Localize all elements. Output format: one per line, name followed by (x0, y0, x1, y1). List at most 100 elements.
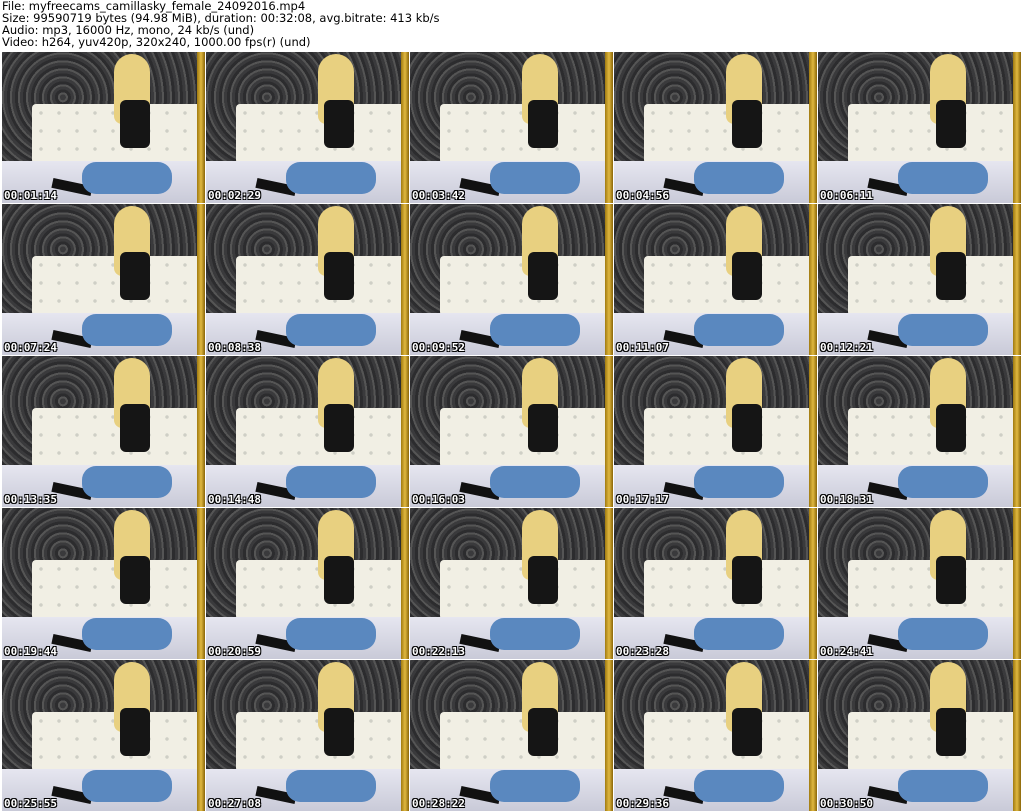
video-thumbnail: 00:04:56 (614, 52, 817, 203)
person-jeans (898, 162, 988, 194)
person-jeans (898, 466, 988, 498)
timestamp: 00:04:56 (616, 189, 669, 202)
video-info: Video: h264, yuv420p, 320x240, 1000.00 f… (2, 35, 311, 49)
person-jeans (286, 162, 376, 194)
timestamp: 00:06:11 (820, 189, 873, 202)
person-jeans (490, 162, 580, 194)
person-top (732, 556, 762, 604)
curtain (197, 52, 205, 203)
curtain (809, 508, 817, 659)
timestamp: 00:02:29 (208, 189, 261, 202)
video-thumbnail: 00:17:17 (614, 356, 817, 507)
timestamp: 00:19:44 (4, 645, 57, 658)
curtain (401, 508, 409, 659)
timestamp: 00:29:36 (616, 797, 669, 810)
person-jeans (898, 770, 988, 802)
person-jeans (694, 162, 784, 194)
person-jeans (82, 466, 172, 498)
person-jeans (286, 618, 376, 650)
person-top (732, 404, 762, 452)
curtain (605, 52, 613, 203)
video-thumbnail: 00:11:07 (614, 204, 817, 355)
person-jeans (82, 618, 172, 650)
person-jeans (490, 466, 580, 498)
person-jeans (898, 314, 988, 346)
video-thumbnail: 00:07:24 (2, 204, 205, 355)
video-thumbnail: 00:16:03 (410, 356, 613, 507)
video-thumbnail: 00:28:22 (410, 660, 613, 811)
timestamp: 00:03:42 (412, 189, 465, 202)
timestamp: 00:12:21 (820, 341, 873, 354)
video-thumbnail: 00:14:48 (206, 356, 409, 507)
person-top (324, 708, 354, 756)
curtain (1013, 660, 1021, 811)
timestamp: 00:09:52 (412, 341, 465, 354)
person-jeans (82, 162, 172, 194)
curtain (1013, 52, 1021, 203)
person-jeans (286, 314, 376, 346)
curtain (197, 660, 205, 811)
curtain (1013, 204, 1021, 355)
curtain (1013, 508, 1021, 659)
curtain (197, 356, 205, 507)
video-thumbnail: 00:06:11 (818, 52, 1021, 203)
person-jeans (694, 314, 784, 346)
timestamp: 00:07:24 (4, 341, 57, 354)
video-thumbnail: 00:12:21 (818, 204, 1021, 355)
person-top (936, 404, 966, 452)
curtain (197, 204, 205, 355)
curtain (809, 204, 817, 355)
timestamp: 00:17:17 (616, 493, 669, 506)
timestamp: 00:20:59 (208, 645, 261, 658)
video-thumbnail: 00:30:50 (818, 660, 1021, 811)
person-top (528, 708, 558, 756)
person-top (732, 252, 762, 300)
timestamp: 00:23:28 (616, 645, 669, 658)
video-thumbnail: 00:23:28 (614, 508, 817, 659)
curtain (809, 356, 817, 507)
person-top (120, 708, 150, 756)
curtain (401, 204, 409, 355)
timestamp: 00:16:03 (412, 493, 465, 506)
timestamp: 00:14:48 (208, 493, 261, 506)
video-thumbnail: 00:03:42 (410, 52, 613, 203)
person-jeans (286, 466, 376, 498)
person-top (324, 252, 354, 300)
video-thumbnail: 00:02:29 (206, 52, 409, 203)
video-thumbnail: 00:29:36 (614, 660, 817, 811)
curtain (605, 356, 613, 507)
person-top (936, 252, 966, 300)
person-top (324, 404, 354, 452)
timestamp: 00:13:35 (4, 493, 57, 506)
video-thumbnail: 00:24:41 (818, 508, 1021, 659)
person-top (120, 556, 150, 604)
person-top (324, 100, 354, 148)
curtain (809, 52, 817, 203)
timestamp: 00:22:13 (412, 645, 465, 658)
person-jeans (898, 618, 988, 650)
person-jeans (694, 770, 784, 802)
curtain (401, 52, 409, 203)
video-thumbnail: 00:25:55 (2, 660, 205, 811)
person-jeans (490, 314, 580, 346)
video-thumbnail: 00:09:52 (410, 204, 613, 355)
person-top (936, 100, 966, 148)
video-thumbnail: 00:27:08 (206, 660, 409, 811)
person-top (120, 404, 150, 452)
curtain (1013, 356, 1021, 507)
curtain (401, 356, 409, 507)
person-jeans (82, 770, 172, 802)
video-thumbnail: 00:08:38 (206, 204, 409, 355)
curtain (605, 660, 613, 811)
person-jeans (490, 770, 580, 802)
person-top (732, 100, 762, 148)
video-thumbnail: 00:20:59 (206, 508, 409, 659)
person-top (528, 100, 558, 148)
person-jeans (694, 618, 784, 650)
timestamp: 00:25:55 (4, 797, 57, 810)
video-thumbnail: 00:19:44 (2, 508, 205, 659)
person-top (324, 556, 354, 604)
timestamp: 00:08:38 (208, 341, 261, 354)
person-top (120, 100, 150, 148)
curtain (401, 660, 409, 811)
